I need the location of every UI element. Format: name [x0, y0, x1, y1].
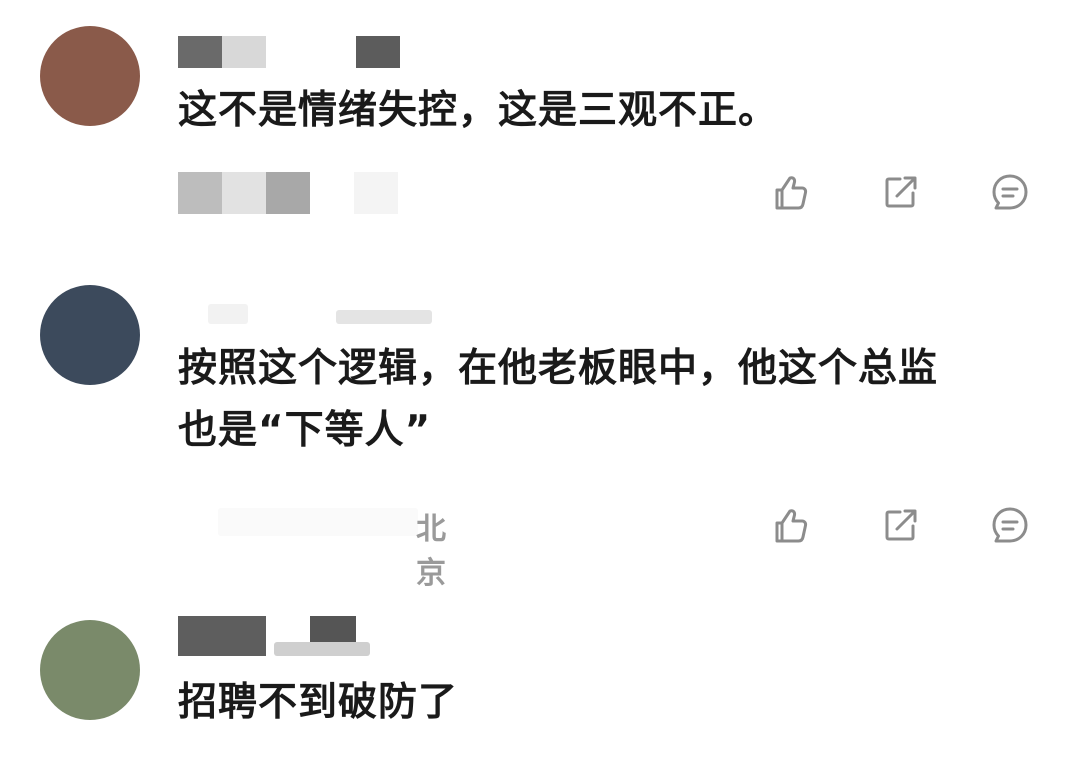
- reply-button[interactable]: [988, 503, 1032, 547]
- avatar-pixel: [40, 700, 60, 720]
- avatar-pixel: [100, 680, 120, 700]
- avatar-pixel: [80, 46, 100, 66]
- avatar-pixel: [80, 106, 100, 126]
- avatar-pixel: [40, 680, 60, 700]
- avatar-pixel: [80, 66, 100, 86]
- comment-bubble-icon: [992, 174, 1028, 210]
- avatar-pixel: [60, 285, 80, 305]
- avatar-pixel: [40, 345, 60, 365]
- avatar-pixel: [100, 285, 120, 305]
- avatar-pixel: [80, 325, 100, 345]
- avatar[interactable]: [40, 285, 140, 385]
- avatar-pixel: [40, 285, 60, 305]
- share-button[interactable]: [878, 503, 922, 547]
- comment-text: 招聘不到破防了: [178, 680, 459, 725]
- avatar-pixel: [80, 660, 100, 680]
- avatar-pixel: [120, 345, 140, 365]
- avatar-pixel: [100, 66, 120, 86]
- avatar-pixel: [60, 700, 80, 720]
- avatar-pixel: [100, 305, 120, 325]
- avatar-pixel: [100, 365, 120, 385]
- avatar-pixel: [40, 26, 60, 46]
- avatar-pixel: [80, 365, 100, 385]
- avatar-pixel: [100, 26, 120, 46]
- avatar-pixel: [100, 345, 120, 365]
- avatar-pixel: [60, 106, 80, 126]
- comment-bubble-icon: [992, 507, 1028, 543]
- avatar-pixel: [100, 86, 120, 106]
- avatar-pixel: [120, 285, 140, 305]
- comment-text: 按照这个逻辑，在他老板眼中，他这个总监 也是“下等人”: [178, 346, 939, 453]
- avatar-pixel: [120, 700, 140, 720]
- avatar-pixel: [80, 680, 100, 700]
- avatar-pixel: [80, 620, 100, 640]
- avatar[interactable]: [40, 620, 140, 720]
- avatar-pixel: [60, 620, 80, 640]
- like-button[interactable]: [768, 503, 812, 547]
- avatar-pixel: [40, 106, 60, 126]
- avatar-pixel: [100, 106, 120, 126]
- avatar-pixel: [80, 86, 100, 106]
- avatar-pixel: [100, 640, 120, 660]
- avatar-pixel: [100, 325, 120, 345]
- share-button[interactable]: [878, 170, 922, 214]
- avatar-pixel: [80, 700, 100, 720]
- avatar-pixel: [60, 66, 80, 86]
- avatar-pixel: [100, 46, 120, 66]
- avatar-pixel: [60, 660, 80, 680]
- avatar-pixel: [60, 305, 80, 325]
- avatar-pixel: [120, 305, 140, 325]
- avatar-pixel: [60, 680, 80, 700]
- avatar-pixel: [120, 26, 140, 46]
- avatar-pixel: [100, 700, 120, 720]
- avatar-pixel: [120, 86, 140, 106]
- avatar-pixel: [60, 365, 80, 385]
- avatar-pixel: [40, 46, 60, 66]
- avatar-pixel: [60, 86, 80, 106]
- avatar-pixel: [40, 86, 60, 106]
- comment-text: 这不是情绪失控，这是三观不正。: [178, 88, 779, 133]
- avatar-pixel: [60, 46, 80, 66]
- avatar-pixel: [40, 640, 60, 660]
- avatar-pixel: [60, 640, 80, 660]
- avatar-pixel: [120, 620, 140, 640]
- avatar-pixel: [120, 365, 140, 385]
- avatar-pixel: [120, 46, 140, 66]
- avatar-pixel: [40, 325, 60, 345]
- avatar-pixel: [40, 660, 60, 680]
- location-text: 北京: [416, 512, 446, 591]
- avatar-pixel: [60, 26, 80, 46]
- avatar-pixel: [80, 26, 100, 46]
- reply-button[interactable]: [988, 170, 1032, 214]
- avatar-pixel: [120, 660, 140, 680]
- like-button[interactable]: [768, 170, 812, 214]
- avatar-pixel: [40, 620, 60, 640]
- avatar-pixel: [80, 285, 100, 305]
- avatar-pixel: [100, 620, 120, 640]
- avatar-pixel: [60, 345, 80, 365]
- share-icon: [885, 176, 917, 208]
- avatar-pixel: [120, 640, 140, 660]
- avatar-pixel: [40, 66, 60, 86]
- avatar-pixel: [100, 660, 120, 680]
- avatar-pixel: [120, 325, 140, 345]
- avatar-pixel: [80, 345, 100, 365]
- thumbs-up-icon: [775, 176, 808, 210]
- avatar-pixel: [80, 305, 100, 325]
- avatar-pixel: [80, 640, 100, 660]
- avatar-pixel: [120, 66, 140, 86]
- avatar-pixel: [40, 305, 60, 325]
- avatar-pixel: [120, 680, 140, 700]
- share-icon: [885, 509, 917, 541]
- thumbs-up-icon: [775, 509, 808, 543]
- avatar[interactable]: [40, 26, 140, 126]
- avatar-pixel: [40, 365, 60, 385]
- avatar-pixel: [60, 325, 80, 345]
- avatar-pixel: [120, 106, 140, 126]
